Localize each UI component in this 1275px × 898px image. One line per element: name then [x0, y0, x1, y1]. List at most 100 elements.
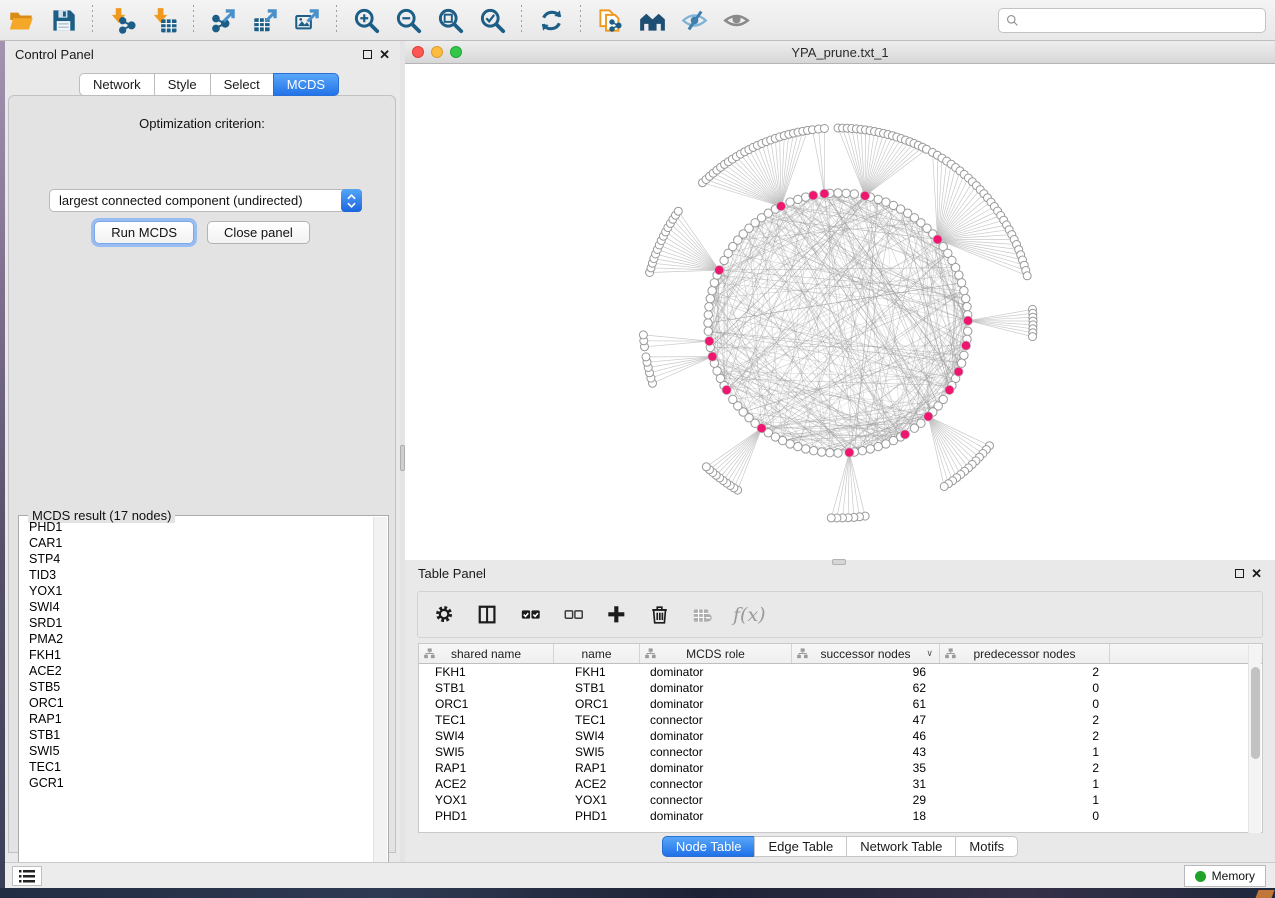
tab-mcds[interactable]: MCDS [273, 73, 339, 96]
zoom-fit-icon[interactable] [433, 5, 467, 35]
dominator-node[interactable] [722, 385, 731, 394]
ring-node[interactable] [858, 447, 866, 455]
function-builder-button[interactable]: f(x) [733, 604, 766, 626]
ring-node[interactable] [704, 311, 712, 319]
leaf-node[interactable] [820, 125, 828, 133]
ring-node[interactable] [713, 367, 721, 375]
leaf-node[interactable] [827, 514, 835, 522]
memory-button[interactable]: Memory [1184, 865, 1266, 887]
task-history-button[interactable] [12, 866, 42, 886]
mcds-result-item[interactable]: TEC1 [20, 759, 373, 775]
leaf-node[interactable] [639, 331, 647, 339]
dominator-node[interactable] [900, 430, 909, 439]
column-header-name[interactable]: name [554, 644, 640, 663]
tab-edge-table[interactable]: Edge Table [754, 836, 846, 857]
mcds-result-item[interactable]: SRD1 [20, 615, 373, 631]
close-panel-button[interactable]: Close panel [207, 221, 310, 244]
dominator-node[interactable] [820, 189, 829, 198]
ring-node[interactable] [957, 279, 965, 287]
leaf-node[interactable] [702, 463, 710, 471]
import-table-icon[interactable] [147, 5, 181, 35]
ring-node[interactable] [963, 303, 971, 311]
export-table-icon[interactable] [248, 5, 282, 35]
dominator-node[interactable] [715, 266, 724, 275]
deselect-all-icon[interactable] [561, 602, 587, 628]
search-input[interactable] [1019, 11, 1265, 31]
mcds-result-item[interactable]: ORC1 [20, 695, 373, 711]
hide-selected-icon[interactable] [677, 5, 711, 35]
zoom-selected-icon[interactable] [475, 5, 509, 35]
table-row[interactable]: RAP1 RAP1 dominator 35 2 [419, 760, 1262, 776]
select-all-icon[interactable] [518, 602, 544, 628]
ring-node[interactable] [850, 190, 858, 198]
ring-node[interactable] [809, 447, 817, 455]
settings-gear-icon[interactable] [432, 602, 458, 628]
mcds-result-item[interactable]: PHD1 [20, 519, 373, 535]
leaf-node[interactable] [642, 353, 650, 361]
leaf-node[interactable] [1023, 272, 1031, 280]
ring-node[interactable] [802, 445, 810, 453]
apply-layout-icon[interactable] [534, 5, 568, 35]
table-row[interactable]: STB1 STB1 dominator 62 0 [419, 680, 1262, 696]
first-neighbors-icon[interactable] [635, 5, 669, 35]
delete-icon[interactable] [647, 602, 673, 628]
table-row[interactable]: SWI4 SWI4 dominator 46 2 [419, 728, 1262, 744]
ring-node[interactable] [708, 287, 716, 295]
mcds-result-item[interactable]: STP4 [20, 551, 373, 567]
mcds-result-item[interactable]: ACE2 [20, 663, 373, 679]
dominator-node[interactable] [860, 191, 869, 200]
mcds-result-item[interactable]: TID3 [20, 567, 373, 583]
column-header-MCDS-role[interactable]: MCDS role [640, 644, 792, 663]
horizontal-splitter-grip[interactable] [832, 559, 846, 565]
leaf-node[interactable] [1029, 333, 1037, 341]
mcds-result-item[interactable]: SWI5 [20, 743, 373, 759]
float-table-panel-icon[interactable] [1235, 569, 1244, 578]
mcds-result-item[interactable]: SWI4 [20, 599, 373, 615]
ring-node[interactable] [818, 448, 826, 456]
ring-node[interactable] [704, 327, 712, 335]
search-box[interactable] [998, 8, 1266, 33]
ring-node[interactable] [962, 294, 970, 302]
dominator-node[interactable] [963, 316, 972, 325]
ring-node[interactable] [706, 294, 714, 302]
add-icon[interactable] [604, 602, 630, 628]
mcds-result-item[interactable]: PMA2 [20, 631, 373, 647]
ring-node[interactable] [834, 449, 842, 457]
close-table-panel-icon[interactable]: ✕ [1251, 569, 1262, 578]
ring-node[interactable] [910, 424, 918, 432]
mcds-result-item[interactable]: YOX1 [20, 583, 373, 599]
ring-node[interactable] [794, 195, 802, 203]
clear-table-icon[interactable] [690, 602, 716, 628]
leaf-node[interactable] [940, 483, 948, 491]
ring-node[interactable] [960, 287, 968, 295]
column-header-shared-name[interactable]: shared name [419, 644, 554, 663]
show-all-icon[interactable] [719, 5, 753, 35]
ring-node[interactable] [960, 351, 968, 359]
export-network-icon[interactable] [206, 5, 240, 35]
column-selector-icon[interactable] [475, 602, 501, 628]
dominator-node[interactable] [954, 367, 963, 376]
ring-node[interactable] [704, 319, 712, 327]
float-panel-icon[interactable] [363, 50, 372, 59]
ring-node[interactable] [794, 442, 802, 450]
zoom-out-icon[interactable] [391, 5, 425, 35]
mcds-result-item[interactable]: CAR1 [20, 535, 373, 551]
mcds-result-item[interactable]: RAP1 [20, 711, 373, 727]
table-row[interactable]: FKH1 FKH1 dominator 96 2 [419, 664, 1262, 680]
mcds-result-item[interactable]: STB1 [20, 727, 373, 743]
ring-node[interactable] [866, 445, 874, 453]
ring-node[interactable] [955, 271, 963, 279]
run-mcds-button[interactable]: Run MCDS [94, 221, 194, 244]
open-file-icon[interactable] [4, 5, 38, 35]
node-table-scroll-thumb[interactable] [1251, 667, 1260, 759]
node-table-scrollbar[interactable] [1248, 645, 1261, 833]
ring-node[interactable] [957, 359, 965, 367]
tab-network-table[interactable]: Network Table [846, 836, 955, 857]
tab-select[interactable]: Select [210, 73, 273, 96]
dominator-node[interactable] [809, 191, 818, 200]
dominator-node[interactable] [757, 424, 766, 433]
zoom-in-icon[interactable] [349, 5, 383, 35]
table-row[interactable]: PHD1 PHD1 dominator 18 0 [419, 808, 1262, 824]
column-header-predecessor-nodes[interactable]: predecessor nodes [940, 644, 1110, 663]
dominator-node[interactable] [933, 235, 942, 244]
